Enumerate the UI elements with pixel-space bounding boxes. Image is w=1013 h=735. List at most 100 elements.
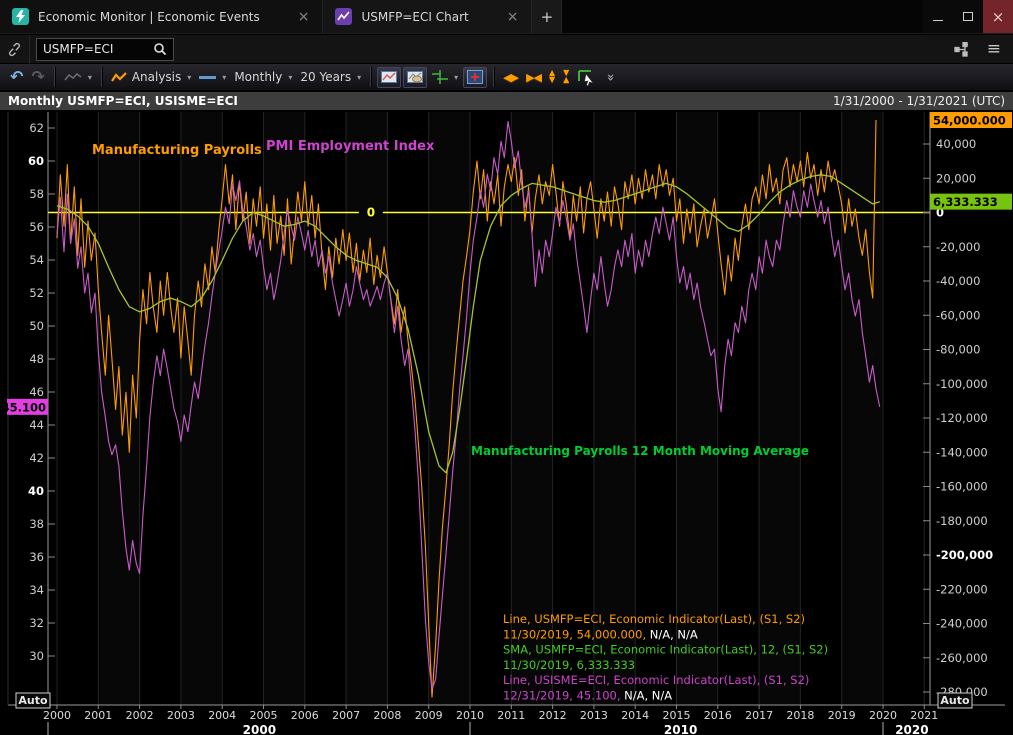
- chart-icon: [381, 71, 397, 83]
- range-dropdown[interactable]: 20 Years ▾: [296, 68, 365, 86]
- right-axis-label: -40,000: [936, 274, 980, 288]
- close-icon[interactable]: ×: [504, 9, 522, 25]
- left-axis-label: 36: [29, 550, 44, 564]
- separator: [493, 67, 494, 87]
- flex-layout-icon[interactable]: [954, 42, 973, 57]
- year-label: 2013: [580, 709, 608, 722]
- year-label: 2012: [539, 709, 567, 722]
- year-label: 2021: [910, 709, 938, 722]
- more-tools-chevron[interactable]: «: [605, 73, 618, 81]
- analysis-zigzag-icon: [111, 72, 128, 83]
- right-axis-label: -240,000: [936, 617, 988, 631]
- separator: [101, 67, 102, 87]
- left-axis-auto-button-label: Auto: [18, 694, 48, 707]
- maximize-icon: [963, 12, 973, 21]
- tab-label: Economic Monitor | Economic Events: [38, 10, 260, 24]
- year-label: 2020: [869, 709, 897, 722]
- left-axis-label: 42: [29, 451, 44, 465]
- line-sample-icon: [199, 76, 216, 79]
- maximize-button[interactable]: [953, 0, 983, 33]
- chevron-down-icon: ▾: [454, 73, 458, 82]
- legend-line: 11/30/2019, 6,333.333: [503, 658, 635, 672]
- symbol-search-input[interactable]: [43, 42, 153, 56]
- year-label: 2003: [167, 709, 195, 722]
- close-icon[interactable]: ×: [295, 9, 313, 25]
- legend-line: Line, USMFP=ECI, Economic Indicator(Last…: [503, 612, 805, 626]
- analysis-dropdown[interactable]: Analysis ▾: [107, 68, 195, 86]
- tab-chart[interactable]: USMFP=ECI Chart ×: [323, 0, 532, 33]
- edit-chart-button[interactable]: [403, 67, 427, 88]
- year-label: 2006: [291, 709, 319, 722]
- year-label: 2009: [415, 709, 443, 722]
- right-axis-label: -180,000: [936, 514, 988, 528]
- zoom-select-button[interactable]: [573, 67, 601, 88]
- legend-line: SMA, USMFP=ECI, Economic Indicator(Last)…: [503, 643, 828, 657]
- chart-hand-icon: [407, 71, 423, 83]
- year-label: 2004: [208, 709, 236, 722]
- tab-bar: Economic Monitor | Economic Events × USM…: [0, 0, 1013, 34]
- line-color-dropdown[interactable]: ▾: [195, 71, 230, 84]
- year-band: [429, 112, 470, 705]
- left-axis-label: 44: [29, 418, 44, 432]
- compress-horizontal-button[interactable]: ▶◀: [526, 72, 541, 83]
- price-badge-label: 54,000.000: [933, 114, 1006, 128]
- year-band: [842, 112, 883, 705]
- chart-toolbar: ↶ ↷ ▾ Analysis ▾ ▾ Monthly ▾ 20 Years ▾: [0, 64, 1013, 91]
- chart-date-range: 1/31/2000 - 1/31/2021 (UTC): [833, 94, 1005, 108]
- compress-vertical-button[interactable]: ▼▲: [563, 70, 569, 84]
- add-subchart-button[interactable]: [463, 67, 487, 88]
- symbol-search-box[interactable]: [36, 38, 174, 61]
- new-tab-button[interactable]: +: [532, 0, 562, 33]
- price-badge-label: 6,333.333: [933, 195, 998, 209]
- close-window-button[interactable]: ×: [983, 0, 1013, 33]
- redo-button[interactable]: ↷: [27, 67, 48, 87]
- right-axis-auto-button-label: Auto: [940, 694, 970, 707]
- right-axis-label: -100,000: [936, 377, 988, 391]
- levels-icon: [432, 70, 448, 84]
- decade-label: 2010: [664, 723, 697, 735]
- year-label: 2010: [456, 709, 484, 722]
- right-axis-label: -60,000: [936, 308, 980, 322]
- chevron-down-icon: ▾: [222, 73, 226, 82]
- price-badge-label: 45.100: [2, 400, 46, 414]
- year-label: 2019: [828, 709, 856, 722]
- new-chart-button[interactable]: [377, 67, 401, 88]
- right-axis-label: -160,000: [936, 480, 988, 494]
- left-axis-label: 62: [29, 121, 44, 135]
- left-axis-label: 60: [28, 154, 44, 168]
- expand-vertical-button[interactable]: ▲▼: [549, 70, 555, 84]
- minimize-icon: [933, 20, 943, 21]
- tab-economic-monitor[interactable]: Economic Monitor | Economic Events ×: [0, 0, 323, 33]
- year-label: 2000: [43, 709, 71, 722]
- series-annotation: PMI Employment Index: [266, 139, 435, 154]
- chart-type-dropdown[interactable]: ▾: [60, 70, 96, 84]
- tabbar-spacer: [562, 0, 923, 33]
- minimize-button[interactable]: [923, 0, 953, 33]
- left-axis-label: 58: [29, 187, 44, 201]
- menu-icon[interactable]: ≡: [987, 41, 1001, 58]
- undo-button[interactable]: ↶: [6, 67, 27, 87]
- right-axis-label: -200,000: [936, 548, 993, 562]
- year-label: 2016: [704, 709, 732, 722]
- year-band: [181, 112, 222, 705]
- range-label: 20 Years: [300, 70, 351, 84]
- year-label: 2001: [84, 709, 112, 722]
- chain-link-icon: [7, 42, 22, 57]
- year-label: 2008: [373, 709, 401, 722]
- year-label: 2014: [621, 709, 649, 722]
- link-channel-button[interactable]: [0, 35, 30, 64]
- analysis-label: Analysis: [132, 70, 181, 84]
- app-toolbar-row: ≡: [0, 35, 1013, 64]
- year-label: 2011: [497, 709, 525, 722]
- right-axis-label: -80,000: [936, 343, 980, 357]
- tab-label: USMFP=ECI Chart: [361, 10, 468, 24]
- chart-header: Monthly USMFP=ECI, USISME=ECI 1/31/2000 …: [0, 92, 1013, 110]
- interval-dropdown[interactable]: Monthly ▾: [230, 68, 296, 86]
- chevron-down-icon: ▾: [288, 73, 292, 82]
- decade-label: 2020: [895, 723, 928, 735]
- search-icon[interactable]: [153, 42, 167, 56]
- selection-cursor-icon: [577, 69, 597, 86]
- expand-horizontal-button[interactable]: ◀▶: [503, 72, 518, 83]
- chart-canvas[interactable]: 0626058565452504846444240383634323040,00…: [0, 110, 1013, 735]
- indicator-levels-dropdown[interactable]: ▾: [428, 68, 462, 86]
